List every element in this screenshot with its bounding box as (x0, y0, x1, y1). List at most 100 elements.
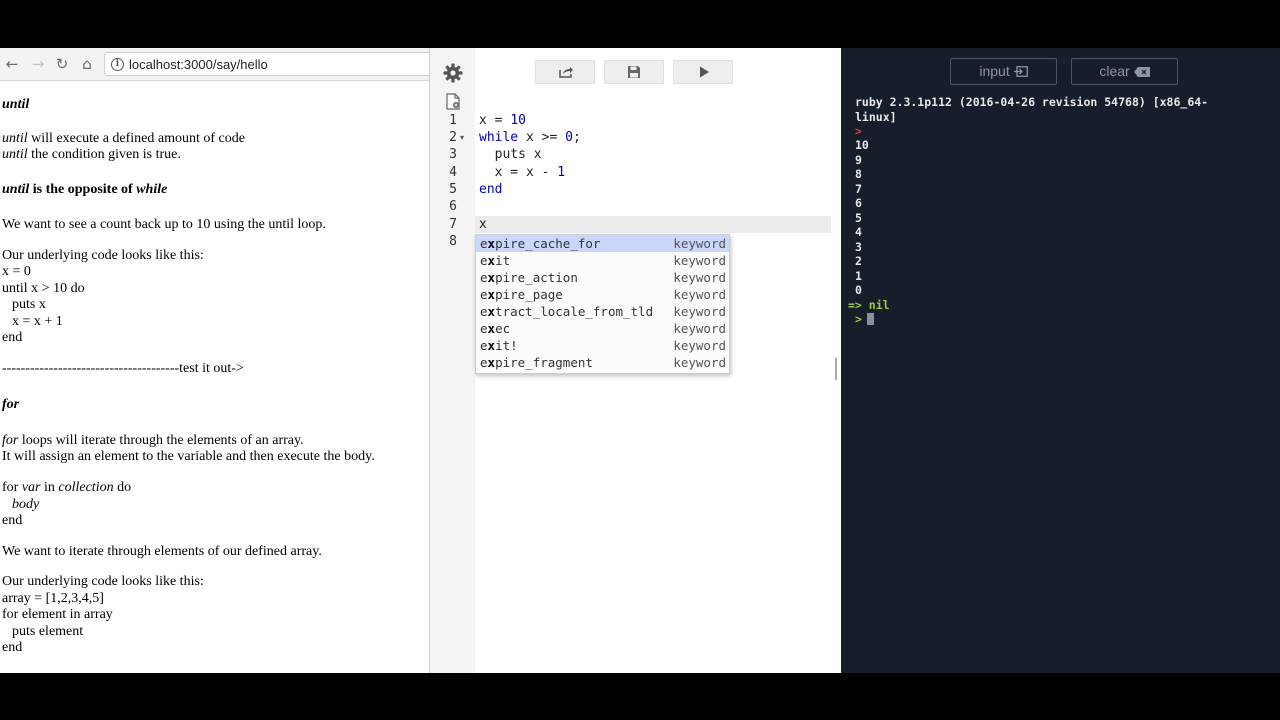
code-line[interactable]: x = 10 (479, 112, 526, 129)
reload-icon[interactable]: ↻ (54, 56, 70, 72)
autocomplete-meta: keyword (673, 253, 726, 268)
autocomplete-item[interactable]: exit! keyword (476, 337, 729, 354)
paragraph-line: Our underlying code looks like this: (2, 574, 204, 589)
code-line: array = [1,2,3,4,5] (2, 591, 104, 606)
code-line[interactable]: end (479, 181, 502, 198)
console-input-line[interactable]: > (855, 312, 874, 327)
autocomplete-item[interactable]: expire_cache_for keyword (476, 235, 729, 252)
pane-splitter[interactable] (831, 48, 841, 673)
browser-window: ← → ↻ ⌂ i localhost:3000/say/hello until… (0, 48, 429, 673)
code-line: until x > 10 do (2, 281, 85, 296)
code-line[interactable]: while x >= 0; (479, 129, 581, 146)
paragraph-line: Our underlying code looks like this: (2, 248, 204, 263)
backspace-icon (1133, 67, 1150, 77)
gear-icon[interactable] (443, 63, 463, 83)
code-line: end (2, 640, 23, 655)
test-it-out-link: --------------------------------------te… (2, 361, 244, 376)
code-line: for var in collection do (2, 480, 132, 495)
paragraph-line: until will execute a defined amount of c… (2, 131, 245, 146)
console-output-line: 7 (855, 182, 862, 196)
autocomplete-name: extract_locale_from_tld (480, 304, 654, 319)
code-editor: 1 2 ▾ 3 4 5 6 7 8 x = 10 while x >= 0; p… (429, 48, 831, 673)
paragraph-line: We want to see a count back up to 10 usi… (2, 217, 326, 232)
autocomplete-item[interactable]: expire_fragment keyword (476, 354, 729, 371)
autocomplete-meta: keyword (673, 321, 726, 336)
play-icon (700, 66, 709, 78)
autocomplete-meta: keyword (673, 236, 726, 251)
paragraph-line: for loops will iterate through the eleme… (2, 433, 304, 448)
autocomplete-meta: keyword (673, 304, 726, 319)
clear-button-label: clear (1099, 63, 1130, 79)
code-line: puts x (12, 297, 46, 312)
console-version-line: ruby 2.3.1p112 (2016-04-26 revision 5476… (855, 95, 1209, 109)
console-output-line: 9 (855, 153, 862, 167)
heading-for: for (2, 397, 20, 412)
run-button[interactable] (673, 60, 733, 84)
console-result: => nil (848, 298, 890, 312)
console-output-line: 5 (855, 211, 862, 225)
console-output-line: 10 (855, 138, 869, 152)
code-line[interactable]: x = x - 1 (479, 164, 565, 181)
code-line[interactable]: puts x (479, 146, 542, 163)
active-line-highlight (475, 216, 831, 233)
autocomplete-item[interactable]: expire_page keyword (476, 286, 729, 303)
fold-arrow-icon[interactable]: ▾ (460, 133, 464, 142)
console-output-line: 4 (855, 225, 862, 239)
console-version-line: linux] (855, 110, 897, 124)
console-output-line: 6 (855, 196, 862, 210)
autocomplete-meta: keyword (673, 270, 726, 285)
code-line: end (2, 513, 23, 528)
paragraph-line: We want to iterate through elements of o… (2, 544, 322, 559)
autocomplete-meta: keyword (673, 287, 726, 302)
share-button[interactable] (535, 60, 595, 84)
autocomplete-name: exec (480, 321, 511, 336)
console-output-line: 3 (855, 240, 862, 254)
forward-arrow-icon[interactable]: → (30, 56, 46, 72)
console-prompt: > (855, 124, 862, 138)
home-icon[interactable]: ⌂ (79, 56, 95, 72)
console-output-line: 8 (855, 167, 862, 181)
line-number: 4 (449, 165, 457, 180)
ruby-console: input clear ruby 2.3.1p112 (2016-04-26 r… (841, 48, 1280, 673)
splitter-handle[interactable] (835, 358, 837, 380)
input-button-label: input (979, 63, 1010, 79)
code-line: puts element (12, 624, 84, 639)
code-line[interactable]: x (479, 216, 487, 233)
heading-opposite: until is the opposite of while (2, 182, 168, 197)
new-file-icon[interactable] (446, 93, 461, 110)
line-number: 5 (449, 182, 457, 197)
address-bar[interactable]: i localhost:3000/say/hello (104, 52, 429, 76)
autocomplete-name: expire_cache_for (480, 236, 601, 251)
autocomplete-meta: keyword (673, 355, 726, 370)
code-line: x = 0 (2, 264, 31, 279)
back-arrow-icon[interactable]: ← (4, 56, 20, 72)
save-button[interactable] (604, 60, 664, 84)
info-icon[interactable]: i (111, 58, 124, 71)
paragraph-line: It will assign an element to the variabl… (2, 449, 375, 464)
autocomplete-item[interactable]: exec keyword (476, 320, 729, 337)
code-line: x = x + 1 (12, 314, 63, 329)
url-text[interactable]: localhost:3000/say/hello (129, 57, 268, 72)
console-output-line: 0 (855, 283, 862, 297)
console-output-line: 2 (855, 254, 862, 268)
console-cursor (866, 313, 874, 325)
editor-gutter: 1 2 ▾ 3 4 5 6 7 8 (430, 48, 475, 673)
autocomplete-item[interactable]: extract_locale_from_tld keyword (476, 303, 729, 320)
autocomplete-name: expire_page (480, 287, 563, 302)
line-number: 7 (449, 217, 457, 232)
autocomplete-name: expire_action (480, 270, 578, 285)
autocomplete-item[interactable]: exit keyword (476, 252, 729, 269)
autocomplete-name: exit! (480, 338, 518, 353)
line-number: 8 (449, 234, 457, 249)
input-icon (1013, 66, 1028, 77)
clear-button[interactable]: clear (1071, 58, 1178, 85)
code-line: body (12, 497, 40, 512)
autocomplete-popup: expire_cache_for keyword exit keyword ex… (475, 234, 730, 374)
code-line: for element in array (2, 607, 113, 622)
line-number: 6 (449, 199, 457, 214)
input-button[interactable]: input (950, 58, 1057, 85)
browser-toolbar: ← → ↻ ⌂ i localhost:3000/say/hello (0, 48, 429, 81)
autocomplete-name: exit (480, 253, 511, 268)
console-output-line: 1 (855, 269, 862, 283)
autocomplete-item[interactable]: expire_action keyword (476, 269, 729, 286)
